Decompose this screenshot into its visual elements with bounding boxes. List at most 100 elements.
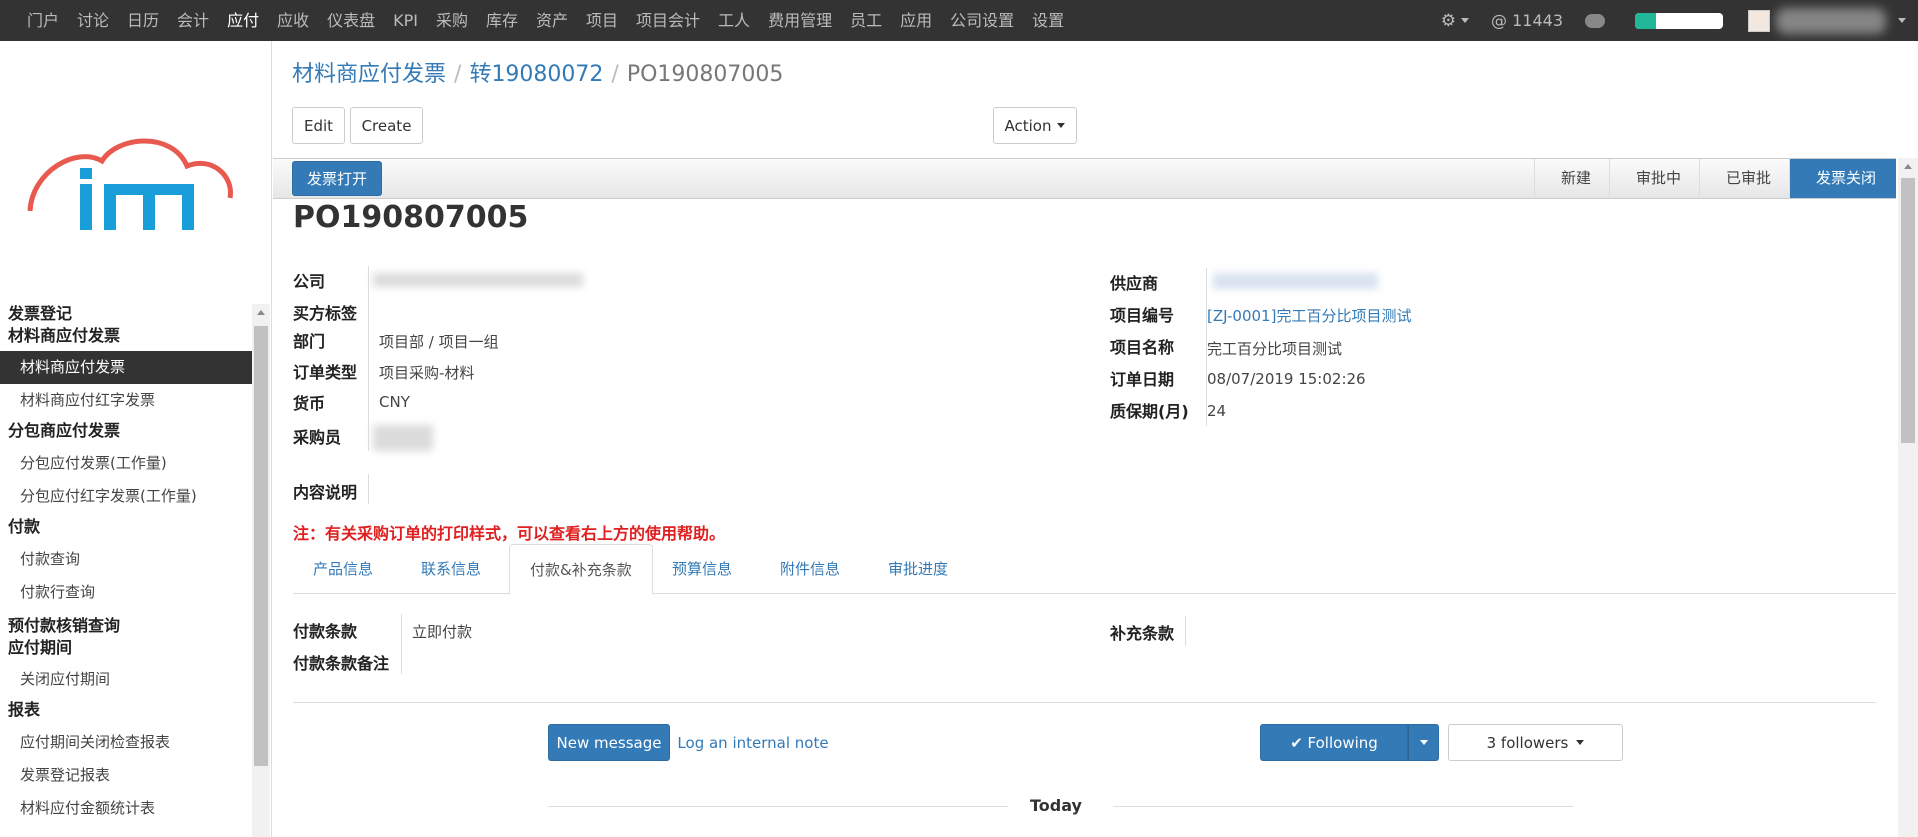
field-divider bbox=[1185, 616, 1186, 646]
separator-line bbox=[548, 806, 1008, 807]
create-button[interactable]: Create bbox=[350, 107, 423, 144]
project-name-label: 项目名称 bbox=[1110, 338, 1175, 357]
project-code-link[interactable]: [ZJ-0001]完工百分比项目测试 bbox=[1207, 305, 1411, 326]
company-value-redacted bbox=[373, 273, 583, 287]
top-navbar: 门户 讨论 日历 会计 应付 应收 仪表盘 KPI 采购 库存 资产 项目 项目… bbox=[0, 0, 1918, 41]
sidebar-item-subcontract-red-invoice[interactable]: 分包应付红字发票(工作量) bbox=[0, 480, 252, 513]
sidebar-scroll-thumb[interactable] bbox=[254, 326, 268, 766]
app-menu: 门户 讨论 日历 会计 应付 应收 仪表盘 KPI 采购 库存 资产 项目 项目… bbox=[18, 0, 1073, 41]
field-divider bbox=[368, 474, 369, 504]
sidebar-group-invoice-register[interactable]: 发票登记 bbox=[0, 303, 252, 325]
buyer-tag-label: 买方标签 bbox=[293, 304, 358, 323]
menu-employees[interactable]: 员工 bbox=[841, 0, 891, 41]
tab-budget-info[interactable]: 预算信息 bbox=[652, 544, 752, 594]
sidebar-group-payment[interactable]: 付款 bbox=[0, 516, 252, 538]
buyer-label: 采购员 bbox=[293, 428, 342, 447]
menu-calendar[interactable]: 日历 bbox=[118, 0, 168, 41]
menu-receivable[interactable]: 应收 bbox=[268, 0, 318, 41]
sidebar-item-subcontract-invoice[interactable]: 分包应付发票(工作量) bbox=[0, 447, 252, 480]
field-divider bbox=[401, 614, 402, 674]
stage-approved[interactable]: 已审批 bbox=[1698, 159, 1789, 198]
user-name-redacted[interactable] bbox=[1776, 7, 1886, 34]
sidebar-item-material-amount-report[interactable]: 材料应付金额统计表 bbox=[0, 792, 252, 825]
sidebar-group-subcontract-invoice[interactable]: 分包商应付发票 bbox=[0, 420, 252, 442]
menu-project-accounting[interactable]: 项目会计 bbox=[627, 0, 709, 41]
log-note-link[interactable]: Log an internal note bbox=[677, 724, 828, 761]
menu-inventory[interactable]: 库存 bbox=[477, 0, 527, 41]
menu-expenses[interactable]: 费用管理 bbox=[759, 0, 841, 41]
tab-approval-progress[interactable]: 审批进度 bbox=[868, 544, 968, 594]
tab-product-info[interactable]: 产品信息 bbox=[293, 544, 393, 594]
menu-purchase[interactable]: 采购 bbox=[427, 0, 477, 41]
sidebar-menu: 发票登记 材料商应付发票 材料商应付发票 材料商应付红字发票 分包商应付发票 分… bbox=[0, 297, 252, 837]
date-separator: Today bbox=[548, 796, 1573, 816]
stage-invoice-closed[interactable]: 发票关闭 bbox=[1788, 159, 1896, 198]
sidebar-group-material-invoice[interactable]: 材料商应付发票 bbox=[0, 325, 252, 347]
caret-down-icon bbox=[1461, 18, 1470, 23]
menu-workers[interactable]: 工人 bbox=[709, 0, 759, 41]
sidebar-group-reports[interactable]: 报表 bbox=[0, 699, 252, 721]
breadcrumb: 材料商应付发票 / 转19080072 / PO190807005 bbox=[292, 56, 783, 88]
menu-portal[interactable]: 门户 bbox=[18, 0, 68, 41]
action-dropdown[interactable]: Action bbox=[993, 107, 1077, 144]
sidebar-item-close-period[interactable]: 关闭应付期间 bbox=[0, 663, 252, 696]
menu-apps[interactable]: 应用 bbox=[891, 0, 941, 41]
invoice-open-button[interactable]: 发票打开 bbox=[292, 161, 383, 196]
progress-bar bbox=[1635, 12, 1723, 29]
sidebar-item-material-red-invoice[interactable]: 材料商应付红字发票 bbox=[0, 384, 252, 417]
menu-kpi[interactable]: KPI bbox=[384, 0, 427, 41]
scroll-up-icon[interactable] bbox=[257, 310, 265, 315]
avatar[interactable] bbox=[1748, 9, 1770, 32]
menu-assets[interactable]: 资产 bbox=[527, 0, 577, 41]
systray: ⚙ @ 11443 bbox=[1441, 0, 1918, 41]
menu-settings[interactable]: 设置 bbox=[1023, 0, 1073, 41]
menu-discuss[interactable]: 讨论 bbox=[68, 0, 118, 41]
stage-new[interactable]: 新建 bbox=[1533, 159, 1609, 198]
action-label: Action bbox=[1004, 116, 1052, 135]
print-help-note: 注：有关采购订单的打印样式，可以查看右上方的使用帮助。 bbox=[293, 524, 726, 543]
scroll-up-icon[interactable] bbox=[1904, 164, 1912, 169]
new-message-button[interactable]: New message bbox=[548, 724, 670, 761]
sidebar-item-period-check-report[interactable]: 应付期间关闭检查报表 bbox=[0, 726, 252, 759]
sidebar-item-payment-query[interactable]: 付款查询 bbox=[0, 543, 252, 576]
page-scroll-thumb[interactable] bbox=[1901, 178, 1915, 443]
sidebar-scrollbar[interactable] bbox=[252, 304, 270, 837]
followers-count: 3 followers bbox=[1486, 733, 1569, 752]
mentions-counter[interactable]: @ 11443 bbox=[1491, 11, 1563, 30]
vendor-value-redacted[interactable] bbox=[1213, 273, 1378, 289]
following-button[interactable]: ✔ Following bbox=[1260, 724, 1408, 761]
order-date-label: 订单日期 bbox=[1110, 370, 1175, 389]
sidebar-group-prepayment[interactable]: 预付款核销查询 bbox=[0, 615, 252, 637]
tab-attachments[interactable]: 附件信息 bbox=[760, 544, 860, 594]
sidebar-item-payment-line-query[interactable]: 付款行查询 bbox=[0, 576, 252, 609]
chat-bubble-icon[interactable] bbox=[1585, 13, 1605, 28]
gear-icon[interactable]: ⚙ bbox=[1441, 11, 1470, 31]
caret-down-icon bbox=[1057, 123, 1066, 128]
menu-dashboard[interactable]: 仪表盘 bbox=[318, 0, 384, 41]
description-label: 内容说明 bbox=[293, 483, 358, 502]
department-label: 部门 bbox=[293, 332, 326, 351]
breadcrumb-material-invoice[interactable]: 材料商应付发票 bbox=[292, 62, 446, 87]
breadcrumb-transfer[interactable]: 转19080072 bbox=[469, 62, 603, 87]
breadcrumb-separator: / bbox=[611, 62, 619, 87]
sidebar-item-material-invoice[interactable]: 材料商应付发票 bbox=[0, 351, 252, 384]
following-dropdown[interactable] bbox=[1408, 724, 1439, 761]
menu-project[interactable]: 项目 bbox=[577, 0, 627, 41]
stage-pipeline: 新建 审批中 已审批 发票关闭 bbox=[1533, 159, 1896, 198]
user-caret-icon[interactable] bbox=[1898, 18, 1906, 23]
menu-company-settings[interactable]: 公司设置 bbox=[941, 0, 1023, 41]
buyer-value-redacted bbox=[373, 425, 433, 451]
sidebar-group-period[interactable]: 应付期间 bbox=[0, 637, 252, 659]
project-code-label: 项目编号 bbox=[1110, 306, 1175, 325]
stage-in-approval[interactable]: 审批中 bbox=[1608, 159, 1699, 198]
menu-payable[interactable]: 应付 bbox=[218, 0, 268, 41]
menu-accounting[interactable]: 会计 bbox=[168, 0, 218, 41]
edit-button[interactable]: Edit bbox=[292, 107, 345, 144]
page-scrollbar[interactable] bbox=[1898, 158, 1918, 837]
followers-dropdown[interactable]: 3 followers bbox=[1448, 724, 1623, 761]
tab-contact-info[interactable]: 联系信息 bbox=[401, 544, 501, 594]
tab-payment-terms[interactable]: 付款&补充条款 bbox=[509, 544, 653, 595]
caret-down-icon bbox=[1419, 740, 1428, 745]
sidebar-item-invoice-register-report[interactable]: 发票登记报表 bbox=[0, 759, 252, 792]
payment-terms-note-label: 付款条款备注 bbox=[293, 654, 390, 673]
